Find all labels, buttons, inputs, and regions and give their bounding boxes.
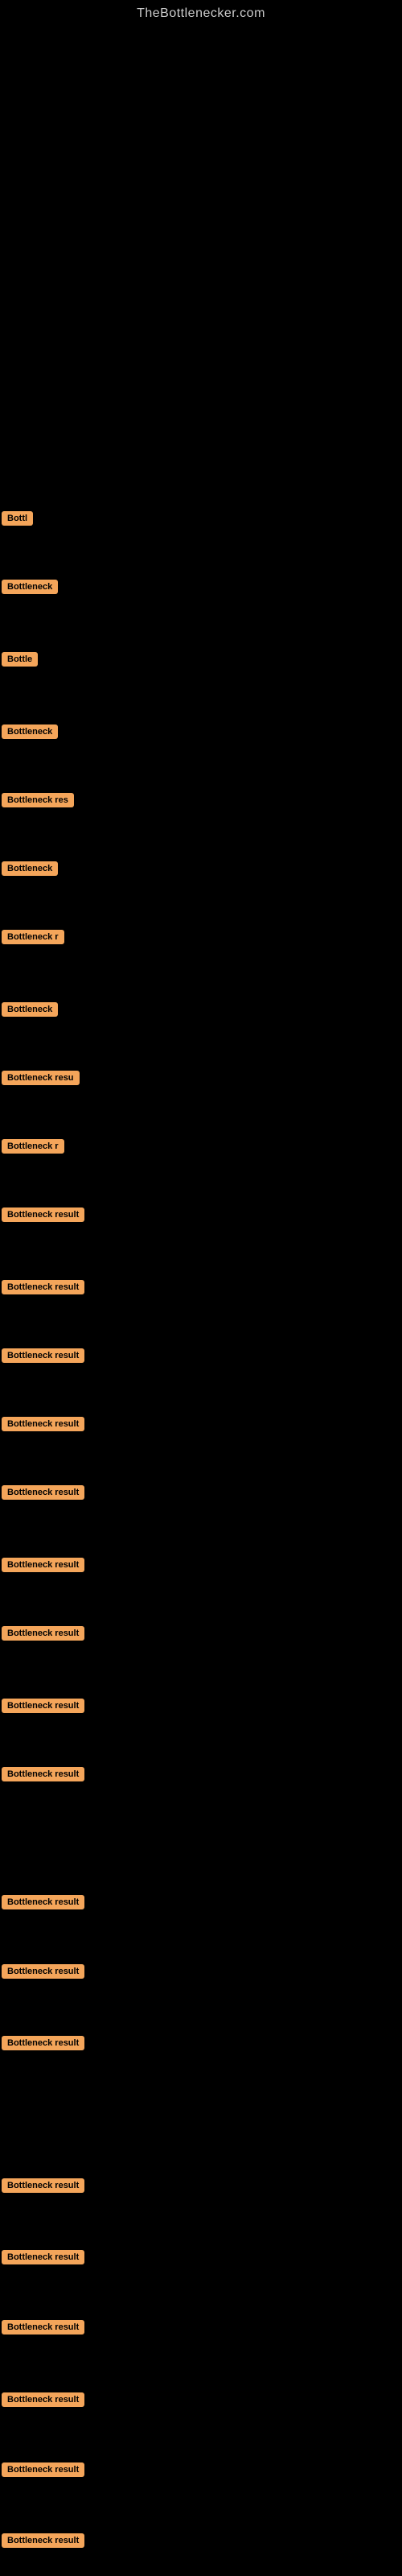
bottleneck-badge-row: Bottleneck result xyxy=(2,1348,84,1367)
bottleneck-badge-row: Bottleneck result xyxy=(2,2036,84,2054)
bottleneck-badge-row: Bottleneck xyxy=(2,861,58,880)
bottleneck-badge-row: Bottl xyxy=(2,511,33,530)
site-title: TheBottlenecker.com xyxy=(0,0,402,21)
bottleneck-result-badge: Bottleneck result xyxy=(2,2178,84,2193)
bottleneck-badge-row: Bottleneck r xyxy=(2,930,64,948)
bottleneck-result-badge: Bottleneck xyxy=(2,724,58,739)
bottleneck-badge-row: Bottleneck r xyxy=(2,1139,64,1158)
bottleneck-result-badge: Bottleneck resu xyxy=(2,1071,80,1085)
bottleneck-result-badge: Bottleneck result xyxy=(2,1895,84,1909)
bottleneck-badge-row: Bottleneck result xyxy=(2,1699,84,1717)
bottleneck-badge-row: Bottleneck res xyxy=(2,793,74,811)
bottleneck-badge-row: Bottleneck result xyxy=(2,1895,84,1913)
bottleneck-badge-row: Bottleneck result xyxy=(2,1417,84,1435)
bottleneck-result-badge: Bottleneck result xyxy=(2,2250,84,2264)
bottleneck-result-badge: Bottleneck result xyxy=(2,1208,84,1222)
bottleneck-result-badge: Bottleneck res xyxy=(2,793,74,807)
bottleneck-result-badge: Bottleneck result xyxy=(2,2320,84,2334)
bottleneck-result-badge: Bottle xyxy=(2,652,38,667)
bottleneck-badge-row: Bottle xyxy=(2,652,38,671)
bottleneck-result-badge: Bottl xyxy=(2,511,33,526)
bottleneck-result-badge: Bottleneck r xyxy=(2,1139,64,1154)
bottleneck-result-badge: Bottleneck result xyxy=(2,2462,84,2477)
bottleneck-result-badge: Bottleneck result xyxy=(2,2392,84,2407)
bottleneck-result-badge: Bottleneck result xyxy=(2,1767,84,1781)
bottleneck-badge-row: Bottleneck xyxy=(2,724,58,743)
bottleneck-badge-row: Bottleneck result xyxy=(2,2178,84,2197)
bottleneck-badge-row: Bottleneck resu xyxy=(2,1071,80,1089)
bottleneck-result-badge: Bottleneck result xyxy=(2,1485,84,1500)
bottleneck-result-badge: Bottleneck r xyxy=(2,930,64,944)
bottleneck-badge-row: Bottleneck result xyxy=(2,1485,84,1504)
bottleneck-result-badge: Bottleneck xyxy=(2,1002,58,1017)
bottleneck-badge-row: Bottleneck result xyxy=(2,1208,84,1226)
bottleneck-badge-row: Bottleneck result xyxy=(2,2250,84,2268)
bottleneck-badge-row: Bottleneck result xyxy=(2,1280,84,1298)
bottleneck-result-badge: Bottleneck xyxy=(2,580,58,594)
bottleneck-badge-row: Bottleneck xyxy=(2,1002,58,1021)
bottleneck-badge-row: Bottleneck result xyxy=(2,1767,84,1785)
bottleneck-result-badge: Bottleneck result xyxy=(2,1417,84,1431)
bottleneck-result-badge: Bottleneck xyxy=(2,861,58,876)
bottleneck-badge-row: Bottleneck result xyxy=(2,1558,84,1576)
bottleneck-badge-row: Bottleneck result xyxy=(2,1626,84,1645)
bottleneck-result-badge: Bottleneck result xyxy=(2,1964,84,1979)
bottleneck-badge-row: Bottleneck result xyxy=(2,2533,84,2552)
bottleneck-result-badge: Bottleneck result xyxy=(2,2036,84,2050)
bottleneck-result-badge: Bottleneck result xyxy=(2,2533,84,2548)
bottleneck-badge-row: Bottleneck result xyxy=(2,2320,84,2339)
bottleneck-result-badge: Bottleneck result xyxy=(2,1558,84,1572)
bottleneck-result-badge: Bottleneck result xyxy=(2,1626,84,1641)
bottleneck-badge-row: Bottleneck result xyxy=(2,1964,84,1983)
bottleneck-result-badge: Bottleneck result xyxy=(2,1699,84,1713)
bottleneck-badge-row: Bottleneck result xyxy=(2,2462,84,2481)
bottleneck-result-badge: Bottleneck result xyxy=(2,1280,84,1294)
bottleneck-badge-row: Bottleneck xyxy=(2,580,58,598)
bottleneck-result-badge: Bottleneck result xyxy=(2,1348,84,1363)
bottleneck-badge-row: Bottleneck result xyxy=(2,2392,84,2411)
